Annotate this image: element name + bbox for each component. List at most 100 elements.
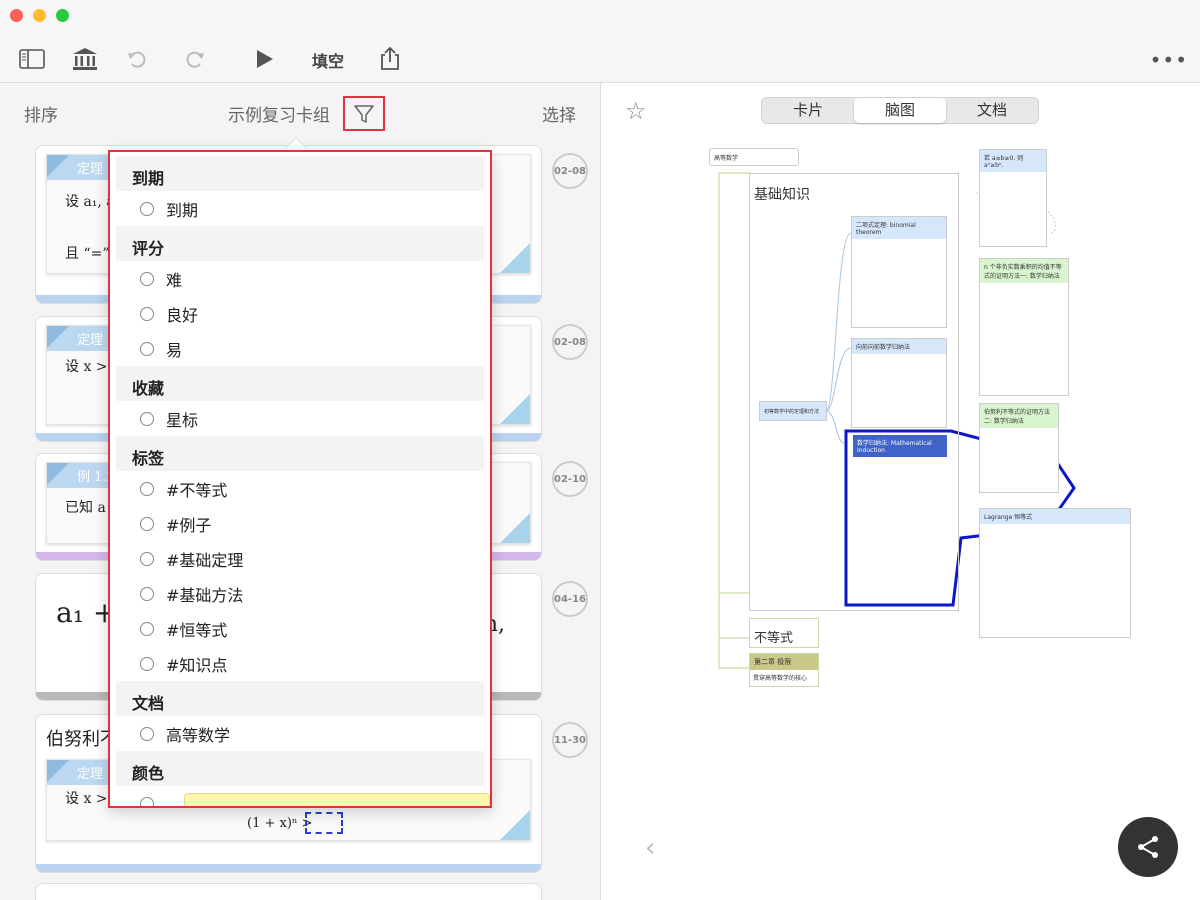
due-date-badge: 02-08 [552,324,588,360]
filter-section-due: 到期 [116,156,484,191]
filter-section-favorites: 收藏 [116,366,484,401]
filter-option-label: 易 [166,340,183,360]
mindmap-node-selected[interactable]: 数学归纳法: Mathematical Induction [853,435,947,600]
mindmap-node-chapter2[interactable]: 第二章 极限 贯穿高等数学的核心 [749,653,819,687]
mindmap-node[interactable]: Lagrange 恒等式 [979,508,1131,638]
radio-button[interactable] [140,271,154,286]
filter-option-tag[interactable]: #例子 [110,506,490,541]
view-segmented-control: 卡片 脑图 文档 [761,97,1039,124]
radio-button[interactable] [140,621,154,636]
card-corner [500,513,530,543]
card-text: 且 “=” [65,246,110,262]
zoom-window-button[interactable] [56,9,69,22]
cloze-box[interactable] [305,812,343,834]
deck-title: 示例复习卡组 [228,106,330,126]
mindmap-node-title: n 个非负实数乘积的均值不等式的证明方法一: 数学归纳法 [980,259,1068,283]
card-color-bar [36,864,541,872]
filter-option-starred[interactable]: 星标 [110,401,490,436]
due-date-badge: 02-08 [552,153,588,189]
play-icon[interactable] [249,44,279,74]
mindmap-node-title: 向前向前数学归纳法 [852,339,946,354]
radio-button[interactable] [140,726,154,741]
mindmap-canvas[interactable]: 高等数学 基础知识 二项式定理: binomial theorem 向前向前数学… [701,143,1141,703]
mindmap-node-inequality[interactable]: 不等式 [749,618,819,648]
radio-button[interactable] [140,586,154,601]
card-list-header: 排序 示例复习卡组 选择 [0,83,600,139]
share-icon[interactable] [375,44,405,74]
close-window-button[interactable] [10,9,23,22]
radio-button[interactable] [140,481,154,496]
card-text: 设 x > [65,791,108,807]
filter-option-good[interactable]: 良好 [110,296,490,331]
filter-option-label: #例子 [166,515,212,535]
filter-option-label: #知识点 [166,655,228,675]
review-card[interactable] [35,883,542,900]
filter-option-tag[interactable]: #基础定理 [110,541,490,576]
radio-button[interactable] [140,656,154,671]
toolbar: 填空 ••• [0,0,1200,83]
star-icon[interactable]: ☆ [625,97,647,125]
tab-mindmap[interactable]: 脑图 [854,98,946,123]
filter-option-tag[interactable]: #不等式 [110,471,490,506]
library-icon[interactable] [70,44,100,74]
radio-button[interactable] [140,341,154,356]
filter-option-label: 到期 [166,200,199,220]
minimize-window-button[interactable] [33,9,46,22]
back-arrow-icon[interactable]: ‹ [645,833,655,863]
mindmap-group-title: 基础知识 [754,187,810,203]
mindmap-node[interactable]: 伯努利不等式的证明方法二: 数学归纳法 [979,403,1059,493]
filter-dropdown: 到期 到期 评分 难 良好 易 收藏 星标 标签 #不等式 #例子 #基础定理 … [108,150,492,808]
mindmap-node-title: 数学归纳法: Mathematical Induction [853,435,947,457]
mindmap-node[interactable]: 向前向前数学归纳法 [851,338,947,428]
select-button[interactable]: 选择 [542,101,576,126]
filter-option-label: 高等数学 [166,725,231,745]
radio-button[interactable] [140,201,154,216]
filter-option-due[interactable]: 到期 [110,191,490,226]
redo-icon[interactable] [180,44,210,74]
filter-option-tag[interactable]: #恒等式 [110,611,490,646]
mindmap-node-title: Lagrange 恒等式 [980,509,1130,524]
mindmap-node[interactable]: 若 a≥b≥0, 则 aⁿ≥bⁿ. [979,149,1047,247]
undo-icon[interactable] [122,44,152,74]
filter-option-label: 难 [166,270,183,290]
radio-button[interactable] [140,306,154,321]
radio-button[interactable] [140,551,154,566]
filter-section-document: 文档 [116,681,484,716]
detail-pane: ☆ 卡片 脑图 文档 高等数学 基础知识 二项式定理: binomial the… [601,83,1200,900]
mindmap-share-button[interactable] [1118,817,1178,877]
radio-button[interactable] [140,516,154,531]
filter-icon [354,104,374,123]
tab-document[interactable]: 文档 [946,98,1038,123]
mindmap-node[interactable]: n 个非负实数乘积的均值不等式的证明方法一: 数学归纳法 [979,258,1069,396]
filter-option-label: #不等式 [166,480,228,500]
filter-section-rating: 评分 [116,226,484,261]
card-formula: (1 + x)ⁿ > [247,816,313,831]
sort-button[interactable]: 排序 [24,101,58,126]
mindmap-node-root[interactable]: 高等数学 [709,148,799,166]
filter-option-label: #基础方法 [166,585,244,605]
sidebar-icon[interactable] [17,44,47,74]
filter-option-label: #恒等式 [166,620,228,640]
mindmap-node-title: 二项式定理: binomial theorem [852,217,946,239]
filter-option-color[interactable] [110,786,490,806]
radio-button[interactable] [140,411,154,426]
filter-option-easy[interactable]: 易 [110,331,490,366]
card-text: 设 x > [65,359,108,375]
tab-cards[interactable]: 卡片 [762,98,854,123]
due-date-badge: 04-16 [552,581,588,617]
filter-option-document[interactable]: 高等数学 [110,716,490,751]
filter-button[interactable] [343,96,385,131]
more-icon[interactable]: ••• [1150,48,1188,72]
filter-option-hard[interactable]: 难 [110,261,490,296]
mindmap-node[interactable]: 初等数学中的定理和方法 [759,401,827,421]
card-corner [500,394,530,424]
fill-blank-button[interactable]: 填空 [312,48,344,72]
filter-section-color: 颜色 [116,751,484,786]
mindmap-node[interactable]: 二项式定理: binomial theorem [851,216,947,328]
radio-button[interactable] [140,796,154,806]
branch-icon [1138,836,1158,858]
card-corner [500,810,530,840]
filter-option-tag[interactable]: #知识点 [110,646,490,681]
filter-option-tag[interactable]: #基础方法 [110,576,490,611]
filter-section-tags: 标签 [116,436,484,471]
